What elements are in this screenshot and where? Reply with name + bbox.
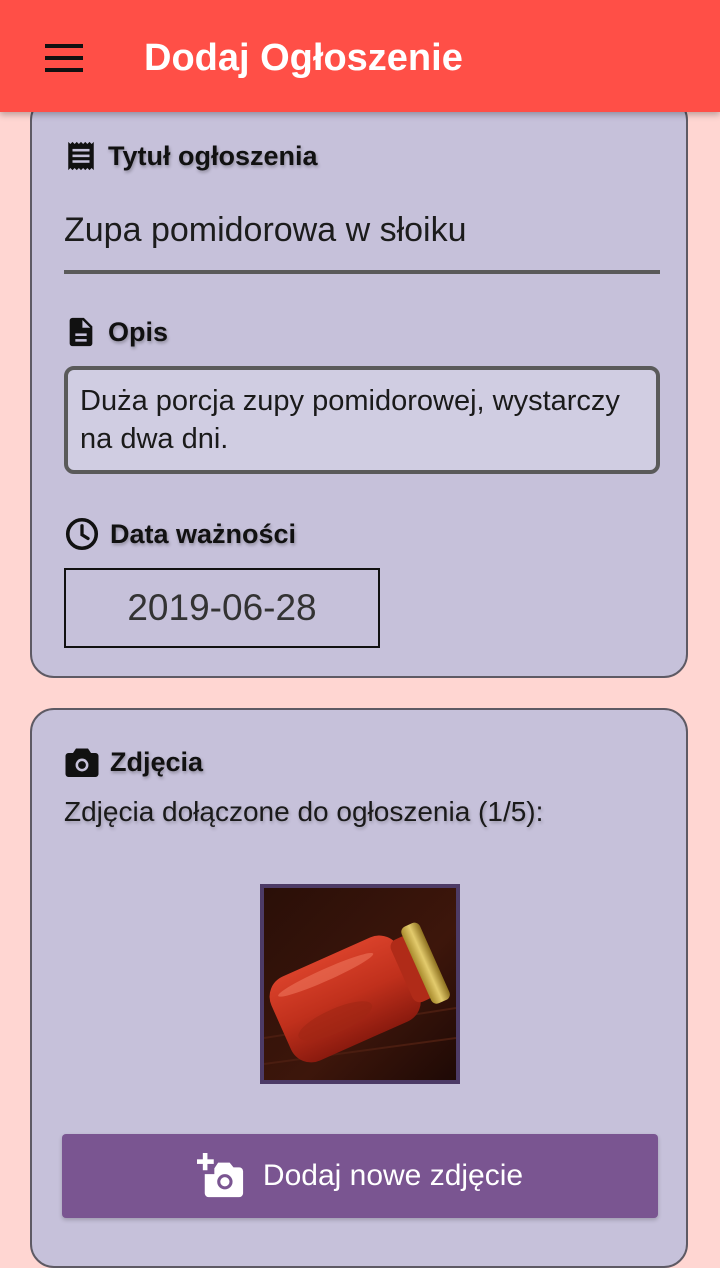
document-icon <box>69 317 93 347</box>
clock-icon <box>65 517 99 551</box>
photos-label: Zdjęcia <box>110 746 204 777</box>
photos-label-row: Zdjęcia <box>64 742 203 782</box>
photos-caption: Zdjęcia dołączone do ogłoszenia (1/5): <box>64 796 544 827</box>
description-label: Opis <box>108 316 169 347</box>
camera-icon <box>65 748 99 777</box>
expiry-date-picker[interactable]: 2019-06-28 <box>64 568 380 648</box>
title-input[interactable]: Zupa pomidorowa w słoiku <box>64 200 660 274</box>
expiry-label-row: Data ważności <box>64 514 296 554</box>
menu-icon <box>45 44 83 72</box>
add-photo-label: Dodaj nowe zdjęcie <box>262 1159 524 1192</box>
app-bar: Dodaj Ogłoszenie <box>0 0 720 112</box>
add-photo-icon <box>196 1153 244 1198</box>
description-input[interactable]: Duża porcja zupy pomidorowej, wystarczy … <box>64 366 660 474</box>
add-photo-button[interactable]: Dodaj nowe zdjęcie <box>62 1134 658 1218</box>
menu-button[interactable] <box>38 38 90 78</box>
page-title: Dodaj Ogłoszenie <box>144 37 463 79</box>
title-label-row: Tytuł ogłoszenia <box>64 136 318 176</box>
photos-card: Zdjęcia Zdjęcia dołączone do ogłoszenia … <box>30 708 688 1268</box>
receipt-icon <box>68 141 94 171</box>
expiry-label: Data ważności <box>110 518 297 549</box>
description-label-row: Opis <box>64 312 168 352</box>
title-label: Tytuł ogłoszenia <box>108 140 318 171</box>
photo-thumbnail[interactable] <box>260 884 460 1084</box>
jar-photo <box>264 888 456 1080</box>
details-card: Tytuł ogłoszenia Zupa pomidorowa w słoik… <box>30 96 688 678</box>
